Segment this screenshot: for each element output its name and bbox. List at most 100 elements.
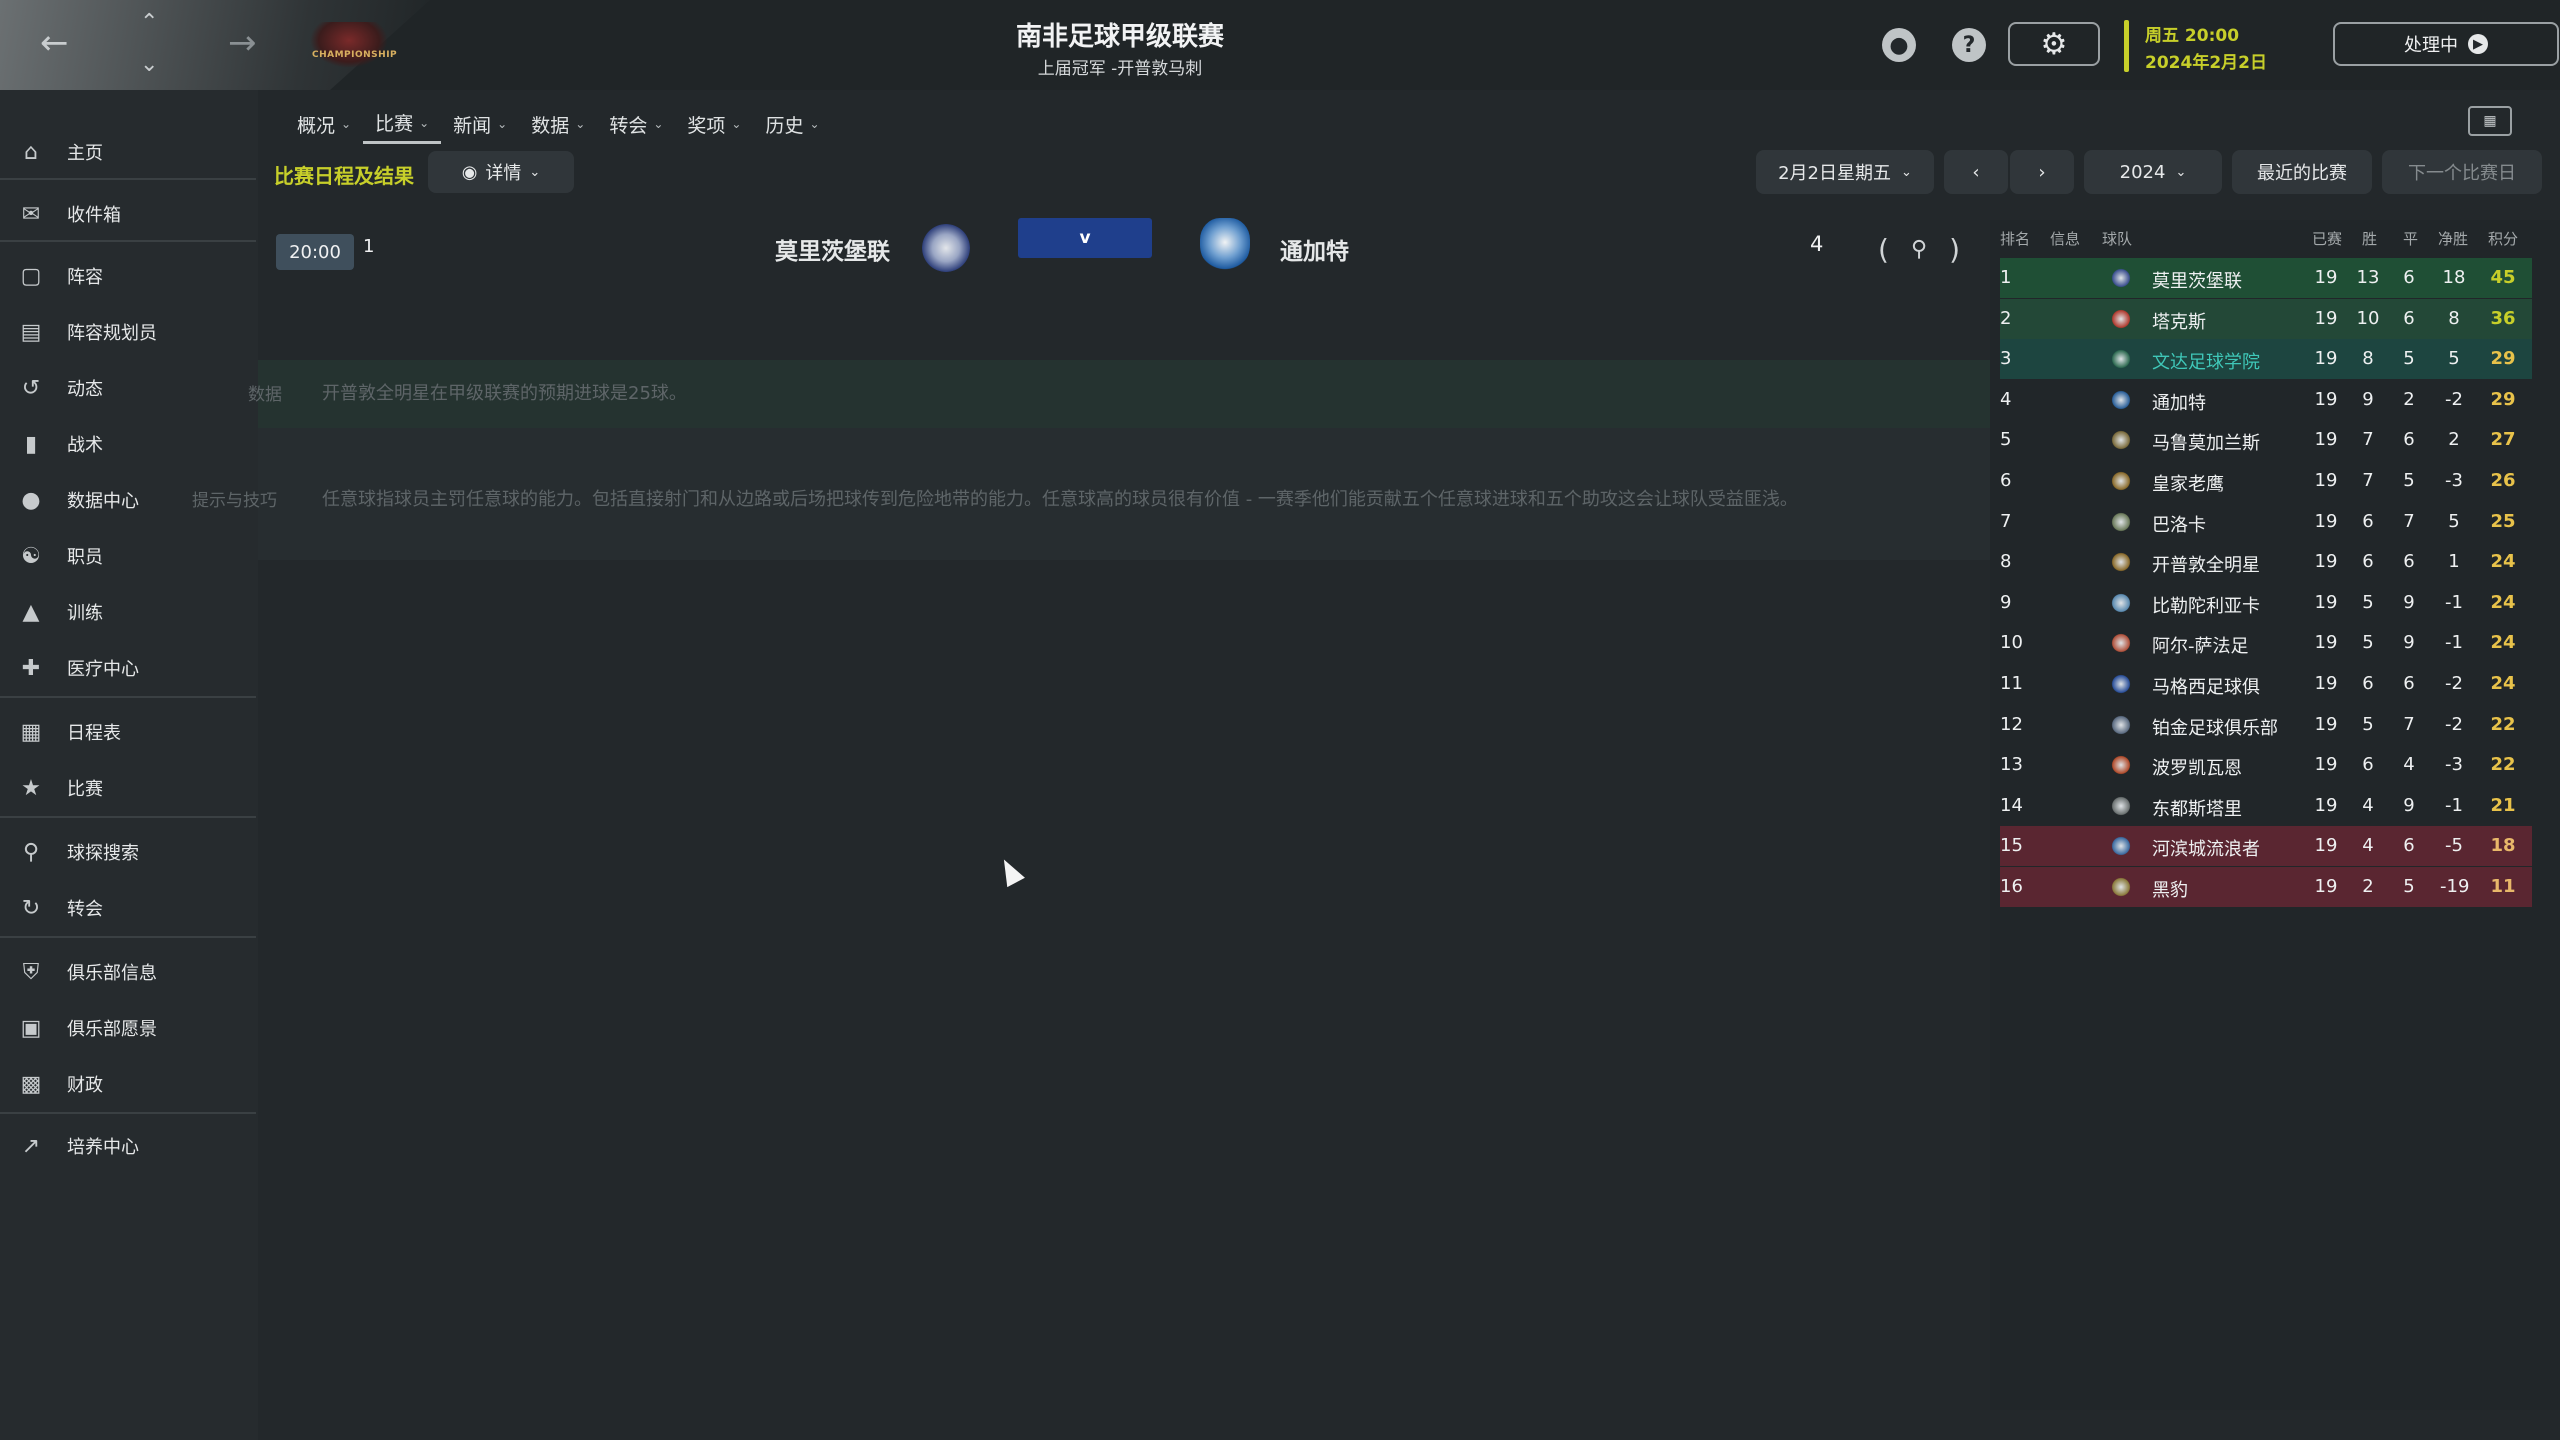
sidebar-item-competitions[interactable]: ★ 比赛 bbox=[0, 762, 256, 814]
team-name-cell[interactable]: 马格西足球俱 bbox=[2152, 673, 2260, 699]
sidebar-item-schedule[interactable]: ▦ 日程表 bbox=[0, 706, 256, 758]
sidebar-item-finances[interactable]: ▩ 财政 bbox=[0, 1058, 256, 1110]
team-crest-icon[interactable] bbox=[2110, 388, 2132, 411]
team-name-cell[interactable]: 阿尔-萨法足 bbox=[2152, 632, 2249, 658]
team-name-cell[interactable]: 文达足球学院 bbox=[2152, 348, 2260, 374]
team-crest-icon[interactable] bbox=[2110, 876, 2132, 898]
table-row[interactable]: 8 开普敦全明星 19 6 6 1 24 bbox=[2000, 542, 2532, 582]
match-vs-button[interactable]: v bbox=[1018, 218, 1152, 258]
tab-overview[interactable]: 概况 ⌄ bbox=[285, 104, 363, 144]
header-goal-diff[interactable]: 净胜 bbox=[2438, 228, 2468, 249]
team-crest-icon[interactable] bbox=[2110, 835, 2132, 858]
continue-button[interactable]: 处理中 ▶ bbox=[2333, 22, 2559, 66]
table-row[interactable]: 11 马格西足球俱 19 6 6 -2 24 bbox=[2000, 664, 2532, 704]
table-row[interactable]: 13 波罗凯瓦恩 19 6 4 -3 22 bbox=[2000, 745, 2532, 785]
tab-awards[interactable]: 奖项 ⌄ bbox=[675, 104, 753, 144]
team-crest-icon[interactable] bbox=[2110, 510, 2132, 533]
table-row[interactable]: 5 马鲁莫加兰斯 19 7 6 2 27 bbox=[2000, 420, 2532, 460]
team-crest-icon[interactable] bbox=[2110, 551, 2132, 574]
sidebar-item-inbox[interactable]: ✉ 收件箱 bbox=[0, 188, 256, 240]
team-name-cell[interactable]: 铂金足球俱乐部 bbox=[2152, 714, 2278, 740]
header-position[interactable]: 排名 bbox=[2000, 228, 2030, 249]
sidebar-item-home[interactable]: ⌂ 主页 bbox=[0, 126, 256, 178]
table-row[interactable]: 9 比勒陀利亚卡 19 5 9 -1 24 bbox=[2000, 583, 2532, 623]
home-team-crest[interactable] bbox=[922, 224, 970, 272]
table-row[interactable]: 14 东都斯塔里 19 4 9 -1 21 bbox=[2000, 786, 2532, 826]
team-crest-icon[interactable] bbox=[2110, 591, 2132, 614]
team-crest-icon[interactable] bbox=[2110, 754, 2132, 777]
table-row[interactable]: 16 黑豹 19 2 5 -19 11 bbox=[2000, 867, 2532, 907]
away-team-name[interactable]: 通加特 bbox=[1280, 232, 1349, 266]
sidebar-item-squad[interactable]: ▢ 阵容 bbox=[0, 250, 256, 302]
sidebar-item-tactics[interactable]: ▮ 战术 bbox=[0, 418, 256, 470]
header-played[interactable]: 已赛 bbox=[2312, 228, 2342, 249]
sidebar-item-scouting[interactable]: ⚲ 球探搜索 bbox=[0, 826, 256, 878]
chevron-up-icon[interactable]: ⌃ bbox=[140, 12, 158, 34]
back-arrow-icon[interactable]: ← bbox=[40, 26, 69, 60]
table-row[interactable]: 4 通加特 19 9 2 -2 29 bbox=[2000, 380, 2532, 420]
details-dropdown[interactable]: ◉ 详情 ⌄ bbox=[428, 151, 574, 193]
sidebar-item-transfers[interactable]: ↻ 转会 bbox=[0, 882, 256, 934]
team-name-cell[interactable]: 黑豹 bbox=[2152, 876, 2188, 902]
header-drawn[interactable]: 平 bbox=[2403, 228, 2418, 249]
team-crest-icon[interactable] bbox=[2110, 673, 2132, 695]
globe-icon[interactable]: ● bbox=[1882, 28, 1916, 62]
prev-day-button[interactable]: ‹ bbox=[1944, 150, 2008, 194]
table-row[interactable]: 6 皇家老鹰 19 7 5 -3 26 bbox=[2000, 461, 2532, 501]
help-icon[interactable]: ? bbox=[1952, 28, 1986, 62]
header-won[interactable]: 胜 bbox=[2362, 228, 2377, 249]
chevron-down-icon[interactable]: ⌄ bbox=[140, 54, 158, 76]
team-name-cell[interactable]: 通加特 bbox=[2152, 389, 2206, 415]
recent-matches-button[interactable]: 最近的比赛 bbox=[2232, 150, 2372, 194]
team-name-cell[interactable]: 开普敦全明星 bbox=[2152, 551, 2260, 577]
team-name-cell[interactable]: 莫里茨堡联 bbox=[2152, 267, 2242, 293]
team-name-cell[interactable]: 比勒陀利亚卡 bbox=[2152, 592, 2260, 618]
watch-match-button[interactable]: ( ⚲ ) bbox=[1878, 230, 1960, 268]
header-info[interactable]: 信息 bbox=[2050, 228, 2080, 249]
team-crest-icon[interactable] bbox=[2110, 307, 2132, 330]
sidebar-item-club-info[interactable]: ⛨ 俱乐部信息 bbox=[0, 946, 256, 998]
team-name-cell[interactable]: 河滨城流浪者 bbox=[2152, 835, 2260, 861]
next-day-button[interactable]: › bbox=[2010, 150, 2074, 194]
club-logo[interactable]: CHAMPIONSHIP bbox=[310, 22, 397, 68]
table-row[interactable]: 1 莫里茨堡联 19 13 6 18 45 bbox=[2000, 258, 2532, 298]
year-dropdown[interactable]: 2024 ⌄ bbox=[2084, 150, 2222, 194]
date-dropdown[interactable]: 2月2日星期五 ⌄ bbox=[1756, 150, 1934, 194]
header-points[interactable]: 积分 bbox=[2488, 228, 2518, 249]
table-row[interactable]: 3 文达足球学院 19 8 5 5 29 bbox=[2000, 339, 2532, 380]
settings-button[interactable]: ⚙ bbox=[2008, 22, 2100, 66]
table-row[interactable]: 15 河滨城流浪者 19 4 6 -5 18 bbox=[2000, 826, 2532, 867]
team-crest-icon[interactable] bbox=[2110, 267, 2132, 289]
sidebar-item-dynamics[interactable]: ↺ 动态 bbox=[0, 362, 256, 414]
tab-history[interactable]: 历史 ⌄ bbox=[753, 104, 831, 144]
sidebar-item-development[interactable]: ↗ 培养中心 bbox=[0, 1120, 256, 1172]
sidebar-item-training[interactable]: ▲ 训练 bbox=[0, 586, 256, 638]
table-row[interactable]: 7 巴洛卡 19 6 7 5 25 bbox=[2000, 502, 2532, 542]
tab-stats[interactable]: 数据 ⌄ bbox=[519, 104, 597, 144]
tab-news[interactable]: 新闻 ⌄ bbox=[441, 104, 519, 144]
team-crest-icon[interactable] bbox=[2110, 713, 2132, 736]
layout-toggle-icon[interactable]: ▦ bbox=[2468, 106, 2512, 136]
sidebar-item-medical[interactable]: ✚ 医疗中心 bbox=[0, 642, 256, 694]
team-crest-icon[interactable] bbox=[2110, 470, 2132, 492]
sidebar-item-club-vision[interactable]: ▣ 俱乐部愿景 bbox=[0, 1002, 256, 1054]
table-row[interactable]: 10 阿尔-萨法足 19 5 9 -1 24 bbox=[2000, 623, 2532, 663]
sidebar-item-staff[interactable]: ☯ 职员 bbox=[0, 530, 256, 582]
forward-arrow-icon[interactable]: → bbox=[228, 26, 257, 60]
table-row[interactable]: 12 铂金足球俱乐部 19 5 7 -2 22 bbox=[2000, 705, 2532, 745]
team-crest-icon[interactable] bbox=[2110, 348, 2132, 371]
team-crest-icon[interactable] bbox=[2110, 632, 2132, 655]
tab-transfers[interactable]: 转会 ⌄ bbox=[597, 104, 675, 144]
team-crest-icon[interactable] bbox=[2110, 794, 2132, 817]
away-team-crest[interactable] bbox=[1200, 218, 1250, 272]
team-name-cell[interactable]: 巴洛卡 bbox=[2152, 511, 2206, 537]
league-title[interactable]: 南非足球甲级联赛 bbox=[850, 16, 1390, 53]
sidebar-item-squad-planner[interactable]: ▤ 阵容规划员 bbox=[0, 306, 256, 358]
table-row[interactable]: 2 塔克斯 19 10 6 8 36 bbox=[2000, 298, 2532, 339]
header-team[interactable]: 球队 bbox=[2102, 228, 2132, 249]
tab-matches[interactable]: 比赛 ⌄ bbox=[363, 104, 442, 144]
team-name-cell[interactable]: 波罗凯瓦恩 bbox=[2152, 754, 2242, 780]
team-name-cell[interactable]: 东都斯塔里 bbox=[2152, 795, 2242, 821]
team-name-cell[interactable]: 塔克斯 bbox=[2152, 308, 2206, 334]
next-matchday-button[interactable]: 下一个比赛日 bbox=[2382, 150, 2542, 194]
